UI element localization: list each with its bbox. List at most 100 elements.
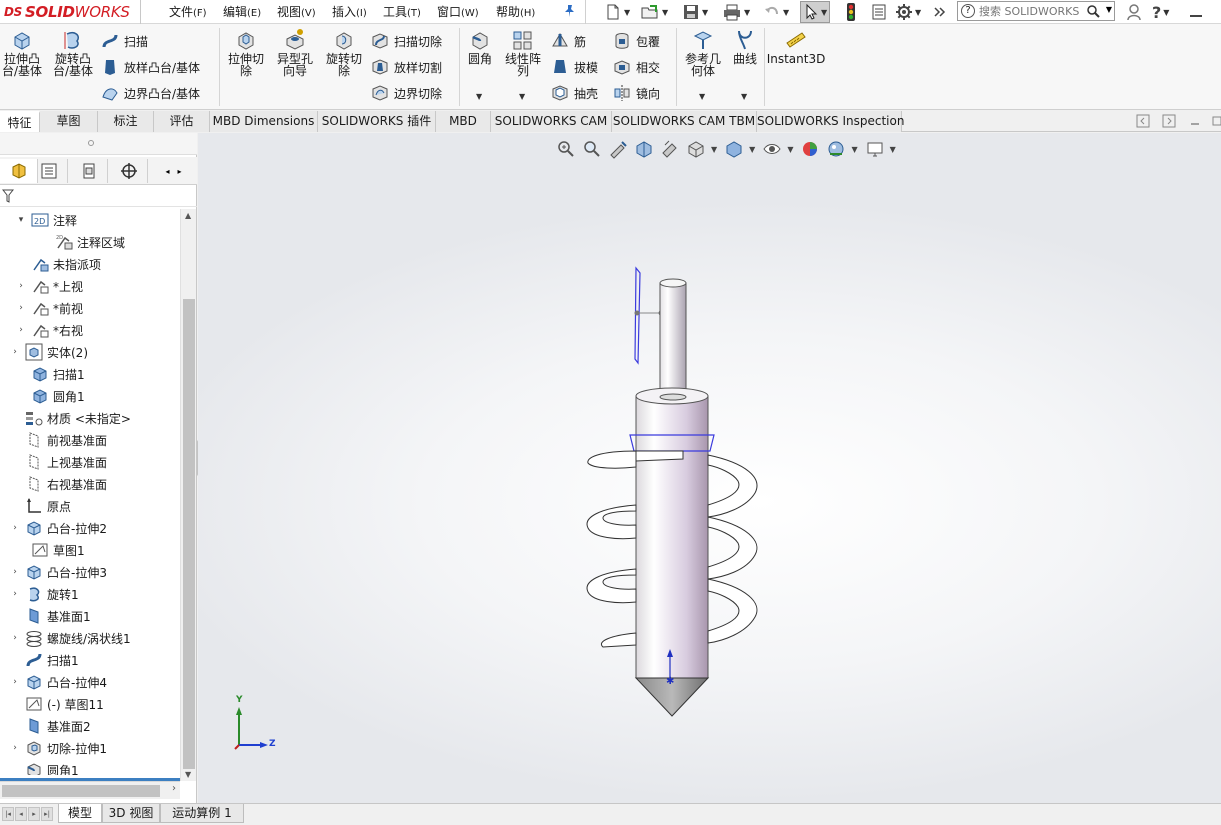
configuration-manager-tab[interactable] — [70, 159, 108, 183]
curves-button[interactable]: 曲线 — [730, 28, 760, 65]
tree-expand-arrow-icon[interactable]: › — [10, 677, 20, 687]
tree-item[interactable]: › *右视 — [16, 319, 83, 341]
tab-features[interactable]: 特征 — [0, 111, 40, 132]
tree-item[interactable]: 原点 — [10, 495, 71, 517]
tree-item[interactable]: › 凸台-拉伸4 — [10, 671, 107, 693]
new-document-button[interactable]: ▼ — [604, 1, 630, 23]
tree-item[interactable]: 基准面1 — [10, 605, 91, 627]
pin-icon[interactable] — [562, 3, 578, 19]
menu-edit[interactable]: 编辑(E) — [223, 2, 261, 22]
tree-item[interactable]: 前视基准面 — [10, 429, 107, 451]
menu-window[interactable]: 窗口(W) — [437, 2, 479, 22]
user-account-button[interactable] — [1126, 1, 1142, 23]
options-button[interactable]: ▼ — [895, 1, 921, 23]
loft-boss-button[interactable]: 放样凸台/基体 — [100, 56, 200, 78]
tree-item[interactable]: 右视基准面 — [10, 473, 107, 495]
hscroll-right-arrow-icon[interactable]: › — [172, 783, 176, 794]
tree-item[interactable]: › 凸台-拉伸2 — [10, 517, 107, 539]
boundary-boss-button[interactable]: 边界凸台/基体 — [100, 82, 200, 104]
window-restore-icon[interactable] — [1210, 114, 1221, 128]
tree-item[interactable]: ▾ 2D 注释 — [16, 209, 77, 231]
tree-item[interactable]: 圆角1 — [16, 385, 85, 407]
tree-item[interactable]: 上视基准面 — [10, 451, 107, 473]
mirror-button[interactable]: 镜向 — [612, 82, 660, 104]
tree-item[interactable]: › 旋转1 — [10, 583, 78, 605]
tree-item[interactable]: › 切除-拉伸1 — [10, 737, 107, 759]
panel-drag-handle[interactable] — [0, 133, 197, 155]
tab-solidworks-addins[interactable]: SOLIDWORKS 插件 — [318, 111, 436, 132]
tree-item[interactable]: 圆角1 — [10, 759, 79, 775]
tree-item[interactable]: › 螺旋线/涡状线1 — [10, 627, 131, 649]
tree-filter[interactable] — [0, 185, 197, 207]
open-document-button[interactable]: ▼ — [640, 1, 668, 23]
tab-next-icon[interactable]: ▸ — [28, 807, 40, 821]
tab-scroll-right-icon[interactable] — [1162, 114, 1176, 128]
tab-first-icon[interactable]: |◂ — [2, 807, 14, 821]
pattern-dropdown-icon[interactable]: ▼ — [519, 92, 525, 101]
tab-solidworks-cam-tbm[interactable]: SOLIDWORKS CAM TBM — [612, 111, 757, 132]
window-minimize-icon[interactable] — [1188, 114, 1202, 128]
tree-item[interactable]: › 实体(2) — [10, 341, 88, 363]
shell-button[interactable]: 抽壳 — [550, 82, 598, 104]
tab-prev-icon[interactable]: ◂ — [15, 807, 27, 821]
tree-item[interactable]: 草图1 — [16, 539, 85, 561]
tree-expand-arrow-icon[interactable]: › — [16, 325, 26, 335]
tree-expand-arrow-icon[interactable]: › — [10, 633, 20, 643]
tree-vertical-scrollbar[interactable]: ▲ ▼ — [180, 209, 196, 781]
select-button[interactable]: ▼ — [800, 1, 831, 23]
tree-item[interactable]: 扫描1 — [10, 649, 79, 671]
reference-geometry-dropdown-icon[interactable]: ▼ — [699, 92, 705, 101]
instant3d-button[interactable]: Instant3D — [767, 28, 825, 65]
help-button[interactable]: ? ▼ — [1152, 1, 1169, 23]
tree-item[interactable]: 2D 注释区域 — [50, 231, 125, 253]
tree-horizontal-scrollbar[interactable]: › — [0, 781, 180, 799]
tree-item[interactable]: › *前视 — [16, 297, 83, 319]
sweep-button[interactable]: 扫描 — [100, 30, 148, 52]
undo-button[interactable]: ▼ — [763, 1, 789, 23]
curves-dropdown-icon[interactable]: ▼ — [741, 92, 747, 101]
more-options-button[interactable] — [933, 1, 947, 23]
scroll-up-arrow-icon[interactable]: ▲ — [185, 211, 191, 220]
intersect-button[interactable]: 相交 — [612, 56, 660, 78]
save-button[interactable]: ▼ — [682, 1, 708, 23]
tab-last-icon[interactable]: ▸| — [41, 807, 53, 821]
tree-expand-arrow-icon[interactable]: › — [10, 589, 20, 599]
tab-mbd-dimensions[interactable]: MBD Dimensions — [210, 111, 318, 132]
tree-item[interactable]: 基准面2 — [10, 715, 91, 737]
tab-motion-study-1[interactable]: 运动算例 1 — [160, 804, 244, 823]
tree-expand-arrow-icon[interactable]: › — [16, 281, 26, 291]
tree-expand-arrow-icon[interactable]: ▾ — [16, 215, 26, 225]
extrude-boss-button[interactable]: 拉伸凸 台/基体 — [0, 28, 44, 77]
reference-geometry-button[interactable]: 参考几 何体 — [680, 28, 726, 77]
minimize-ribbon-button[interactable] — [1190, 1, 1202, 23]
tree-scrollbar-thumb[interactable] — [183, 299, 195, 769]
rib-button[interactable]: 筋 — [550, 30, 586, 52]
wrap-button[interactable]: 包覆 — [612, 30, 660, 52]
search-input[interactable] — [979, 3, 1087, 19]
tree-item[interactable]: 扫描1 — [16, 363, 85, 385]
tab-solidworks-cam[interactable]: SOLIDWORKS CAM — [491, 111, 612, 132]
revolve-cut-button[interactable]: 旋转切 除 — [322, 28, 366, 77]
tab-mbd[interactable]: MBD — [436, 111, 491, 132]
linear-pattern-button[interactable]: 线性阵 列 — [500, 28, 546, 77]
graphics-area[interactable]: ▼ ▼ ▼ ▼ ▼ ✱ Y Z — [198, 133, 1221, 803]
display-manager-tab[interactable]: ◂ ▸ — [150, 159, 197, 183]
tree-item[interactable]: (-) 草图11 — [10, 693, 104, 715]
swept-cut-button[interactable]: 扫描切除 — [370, 30, 442, 52]
tree-expand-arrow-icon[interactable]: › — [10, 347, 20, 357]
menu-help[interactable]: 帮助(H) — [496, 2, 535, 22]
search-options-chevron-icon[interactable]: ▼ — [1106, 5, 1112, 14]
tab-scroll-left-icon[interactable] — [1136, 114, 1150, 128]
boundary-cut-button[interactable]: 边界切除 — [370, 82, 442, 104]
panel-tab-scroll-right-icon[interactable]: ▸ — [178, 167, 182, 176]
revolve-boss-button[interactable]: 旋转凸 台/基体 — [50, 28, 96, 77]
lofted-cut-button[interactable]: 放样切割 — [370, 56, 442, 78]
tab-3d-views[interactable]: 3D 视图 — [102, 804, 160, 823]
menu-file[interactable]: 文件(F) — [169, 2, 207, 22]
solidworks-logo[interactable]: DS SOLID WORKS — [4, 1, 130, 23]
fillet-button[interactable]: 圆角 — [462, 28, 498, 65]
rebuild-button[interactable] — [845, 1, 857, 23]
tree-expand-arrow-icon[interactable]: › — [10, 743, 20, 753]
tab-solidworks-inspection[interactable]: SOLIDWORKS Inspection — [757, 111, 904, 132]
tree-expand-arrow-icon[interactable]: › — [10, 567, 20, 577]
